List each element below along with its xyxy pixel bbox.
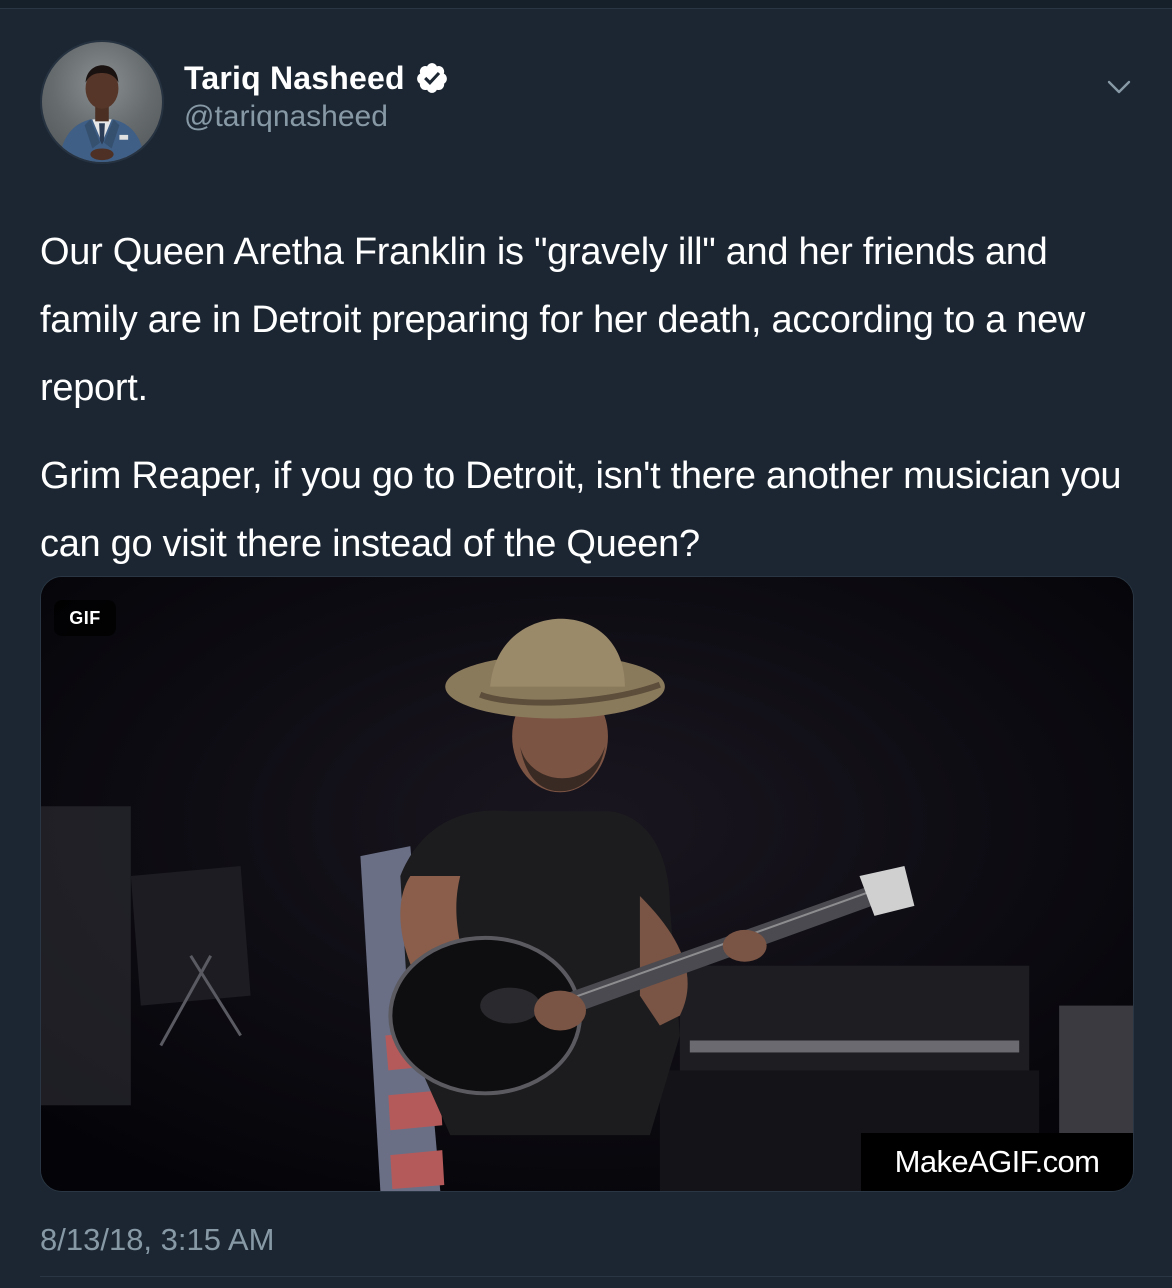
profile-photo-icon xyxy=(59,65,145,162)
top-divider xyxy=(0,0,1172,9)
bottom-divider xyxy=(40,1276,1172,1277)
author-avatar[interactable] xyxy=(40,40,164,164)
makeagif-watermark: MakeAGIF.com xyxy=(861,1133,1133,1191)
concert-guitarist-image xyxy=(41,577,1133,1191)
chevron-down-icon[interactable] xyxy=(1102,70,1136,104)
author-display-name[interactable]: Tariq Nasheed xyxy=(184,60,405,97)
tweet-paragraph: Grim Reaper, if you go to Detroit, isn't… xyxy=(40,455,1122,565)
tweet-timestamp[interactable]: 8/13/18, 3:15 AM xyxy=(40,1222,274,1258)
gif-media[interactable]: MakeAGIF.com xyxy=(40,576,1134,1192)
gif-badge: GIF xyxy=(54,600,116,636)
author-handle[interactable]: @tariqnasheed xyxy=(184,100,388,134)
author-name-row: Tariq Nasheed xyxy=(184,58,449,98)
verified-badge-icon xyxy=(416,63,447,93)
tweet-paragraph: Our Queen Aretha Franklin is "gravely il… xyxy=(40,231,1086,409)
tweet-text: Our Queen Aretha Franklin is "gravely il… xyxy=(40,218,1134,578)
